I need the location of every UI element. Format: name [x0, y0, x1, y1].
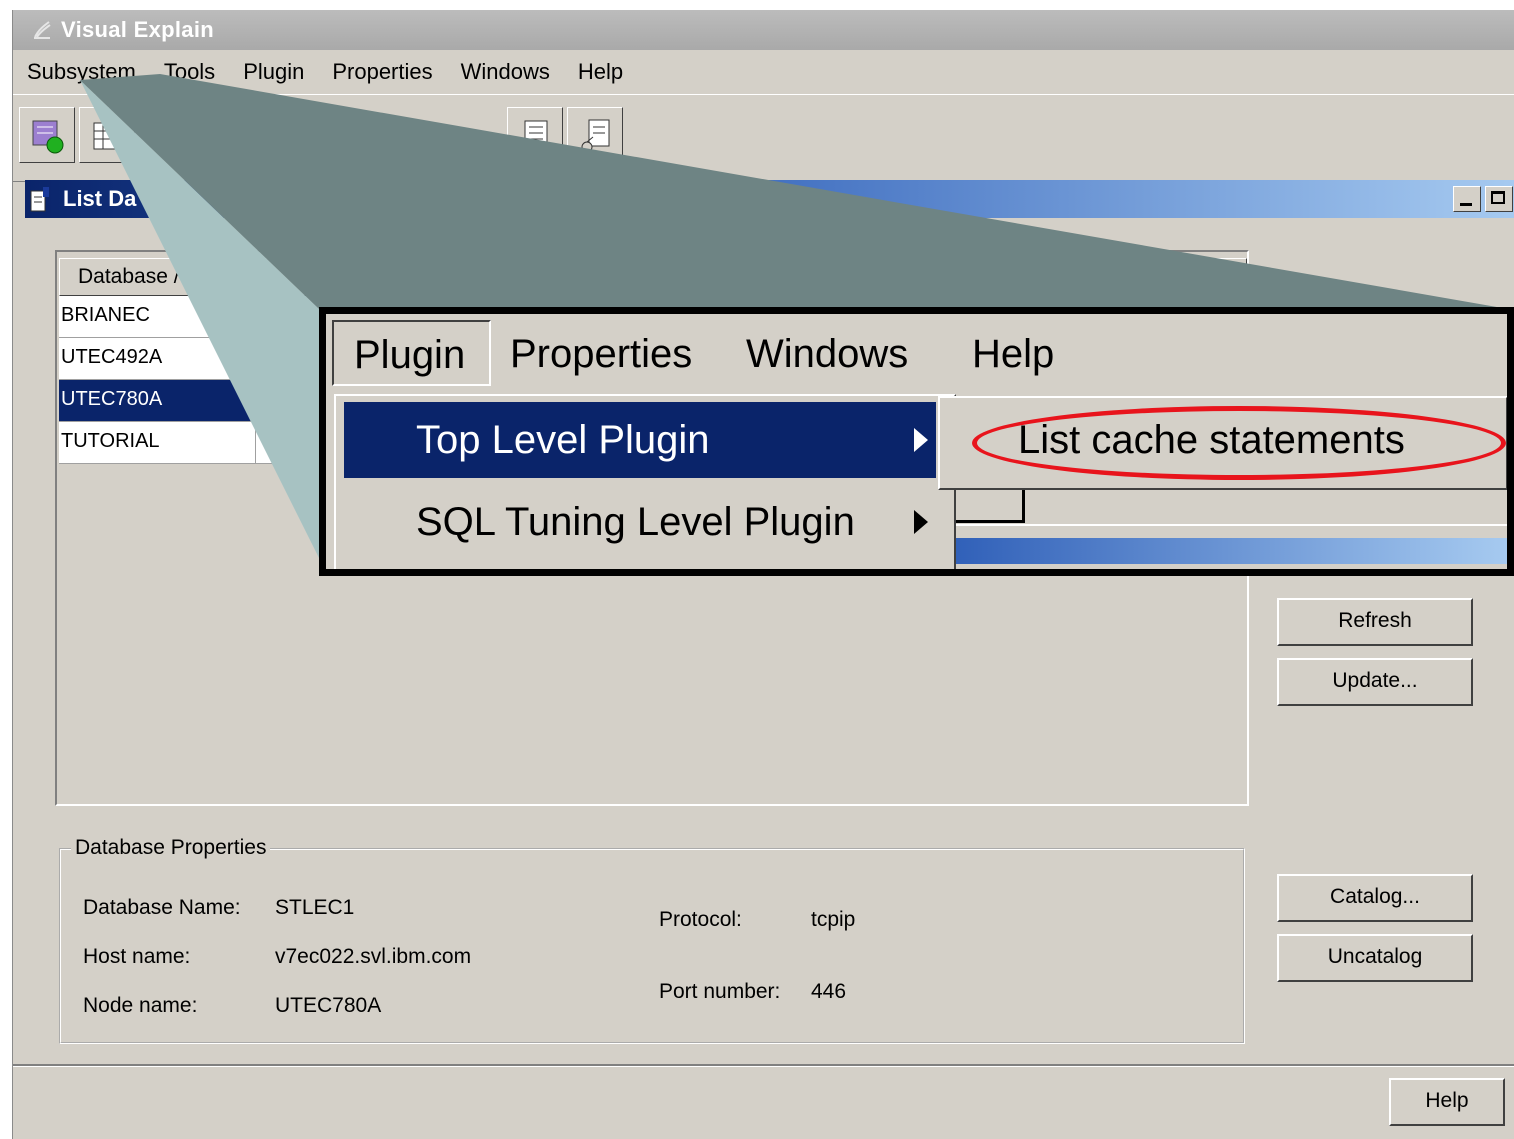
- top-level-plugin-submenu: List cache statements: [938, 396, 1507, 490]
- zoomed-menu-windows[interactable]: Windows: [746, 332, 908, 377]
- submenu-arrow-icon: [914, 428, 928, 452]
- menu-item-label: SQL Tuning Level Plugin: [416, 500, 855, 544]
- submenu-arrow-icon: [914, 510, 928, 534]
- zoomed-menu-plugin[interactable]: Plugin: [332, 320, 492, 386]
- zoomed-menu-callout: Plugin Properties Windows Help Top Level…: [319, 307, 1514, 576]
- menu-item-sql-tuning-level-plugin[interactable]: SQL Tuning Level Plugin: [344, 484, 936, 560]
- zoomed-menu-help[interactable]: Help: [972, 332, 1054, 377]
- menu-item-top-level-plugin[interactable]: Top Level Plugin: [344, 402, 936, 478]
- menu-item-label: Top Level Plugin: [416, 418, 710, 462]
- zoomed-menu-properties[interactable]: Properties: [510, 332, 692, 377]
- zoomed-menu-bar: Plugin Properties Windows Help: [326, 314, 1507, 396]
- highlight-oval: [972, 406, 1506, 480]
- plugin-dropdown-menu: Top Level Plugin SQL Tuning Level Plugin: [334, 394, 956, 569]
